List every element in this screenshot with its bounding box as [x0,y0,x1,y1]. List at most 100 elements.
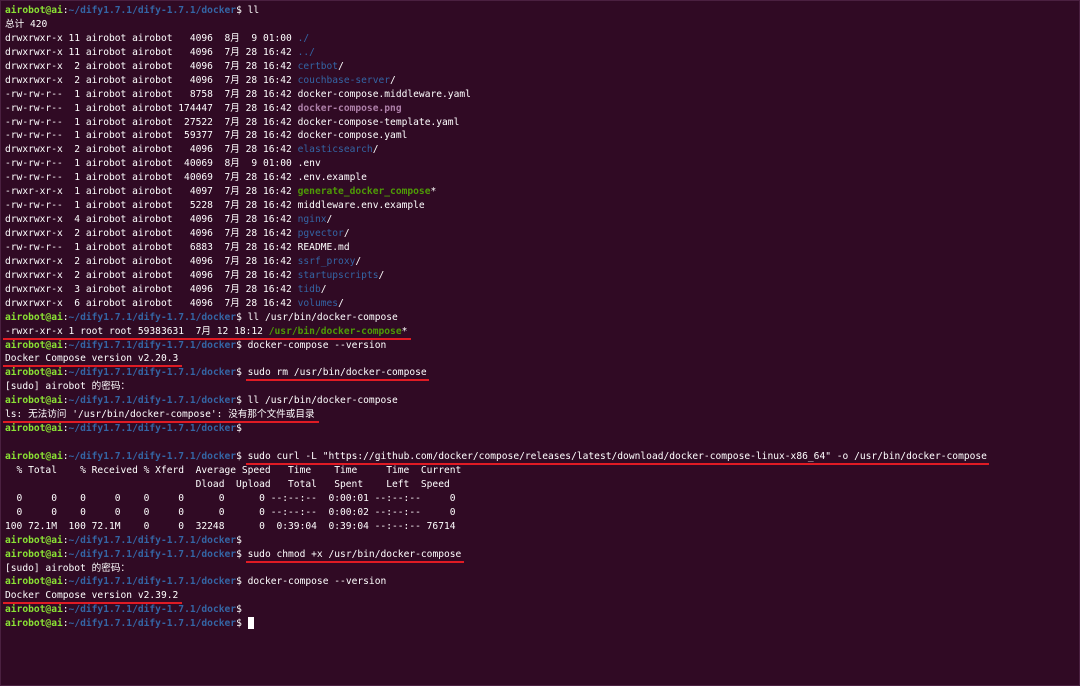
terminal-window[interactable]: airobot@ai:~/dify1.7.1/dify-1.7.1/docker… [0,0,1080,686]
output-line: [sudo] airobot 的密码： [5,380,1079,394]
file-name: startupscripts [297,269,379,281]
file-name: ../ [297,46,315,58]
output-line: -rwxr-xr-x 1 root root 59383631 7月 12 18… [3,325,1079,340]
command-text: docker-compose --version [247,576,387,588]
file-name: pgvector [297,228,344,239]
output-line: -rw-rw-r-- 1 airobot airobot 27522 7月 28… [5,116,1079,130]
output-line: drwxrwxr-x 11 airobot airobot 4096 7月 28… [5,46,1079,60]
output-text: 0 0 0 0 0 0 0 0 --:--:-- 0:00:01 --:--:-… [5,492,456,504]
file-suffix: * [401,325,408,337]
output-line: drwxrwxr-x 2 airobot airobot 4096 7月 28 … [5,60,1079,74]
file-name: middleware.env.example [297,200,425,212]
output-line: drwxrwxr-x 2 airobot airobot 4096 7月 28 … [5,227,1079,241]
file-suffix: / [355,255,362,267]
output-line: -rw-rw-r-- 1 airobot airobot 5228 7月 28 … [5,199,1079,213]
prompt-line: airobot@ai:~/dify1.7.1/dify-1.7.1/docker… [5,548,1079,563]
prompt-line: airobot@ai:~/dify1.7.1/dify-1.7.1/docker… [5,395,398,407]
output-text: % Total % Received % Xferd Average Speed… [5,464,462,476]
file-name: elasticsearch [297,144,373,156]
prompt-user: airobot@ai [5,548,63,560]
output-line: 0 0 0 0 0 0 0 0 --:--:-- 0:00:01 --:--:-… [5,492,1079,506]
file-meta: -rw-rw-r-- 1 airobot airobot 174447 7月 2… [5,102,298,114]
file-meta: -rw-rw-r-- 1 airobot airobot 59377 7月 28… [5,130,298,142]
file-meta: -rwxr-xr-x 1 root root 59383631 7月 12 18… [5,325,269,337]
file-suffix: / [372,144,379,156]
output-text: Dload Upload Total Spent Left Speed [5,478,450,490]
prompt-path: ~/dify1.7.1/dify-1.7.1/docker [68,423,237,435]
prompt-user: airobot@ai [5,311,63,323]
prompt-path: ~/dify1.7.1/dify-1.7.1/docker [68,5,237,16]
file-meta: drwxrwxr-x 2 airobot airobot 4096 7月 28 … [5,255,298,267]
prompt-line: airobot@ai:~/dify1.7.1/dify-1.7.1/docker… [5,617,1079,631]
output-line: ls: 无法访问 '/usr/bin/docker-compose': 没有那个… [3,408,1079,424]
prompt-path: ~/dify1.7.1/dify-1.7.1/docker [68,604,237,616]
terminal-output: airobot@ai:~/dify1.7.1/dify-1.7.1/docker… [3,4,1079,631]
output-line: -rw-rw-r-- 1 airobot airobot 6883 7月 28 … [5,241,1079,255]
command-text: docker-compose --version [247,339,387,351]
file-meta: drwxrwxr-x 6 airobot airobot 4096 7月 28 … [5,297,298,309]
file-meta: drwxrwxr-x 2 airobot airobot 4096 7月 28 … [5,144,298,156]
prompt-path: ~/dify1.7.1/dify-1.7.1/docker [68,339,237,351]
file-meta: drwxrwxr-x 4 airobot airobot 4096 7月 28 … [5,214,298,226]
file-name: generate_docker_compose [297,186,431,198]
command-text: sudo curl -L "https://github.com/docker/… [247,451,987,462]
output-line: -rw-rw-r-- 1 airobot airobot 59377 7月 28… [5,129,1079,143]
prompt-path: ~/dify1.7.1/dify-1.7.1/docker [68,548,237,560]
command-text: sudo rm /usr/bin/docker-compose [247,367,427,379]
prompt-path: ~/dify1.7.1/dify-1.7.1/docker [68,311,237,323]
prompt-line: airobot@ai:~/dify1.7.1/dify-1.7.1/docker… [5,534,248,546]
output-line: drwxrwxr-x 11 airobot airobot 4096 8月 9 … [5,32,1079,46]
prompt-line: airobot@ai:~/dify1.7.1/dify-1.7.1/docker… [5,339,387,351]
file-name: ./ [297,32,310,44]
prompt-user: airobot@ai [5,339,63,351]
prompt-line: airobot@ai:~/dify1.7.1/dify-1.7.1/docker… [5,604,248,616]
prompt-user: airobot@ai [5,618,63,630]
output-line: Dload Upload Total Spent Left Speed [5,478,1079,492]
file-meta: -rw-rw-r-- 1 airobot airobot 40069 8月 9 … [5,158,298,170]
output-line: -rw-rw-r-- 1 airobot airobot 8758 7月 28 … [5,88,1079,102]
file-meta: -rw-rw-r-- 1 airobot airobot 5228 7月 28 … [5,200,298,212]
output-text: 100 72.1M 100 72.1M 0 0 32248 0 0:39:04 … [5,520,456,532]
output-line: drwxrwxr-x 2 airobot airobot 4096 7月 28 … [5,143,1079,157]
output-text: ls: 无法访问 '/usr/bin/docker-compose': 没有那个… [5,409,315,421]
file-meta: -rw-rw-r-- 1 airobot airobot 6883 7月 28 … [5,241,298,253]
prompt-user: airobot@ai [5,604,63,616]
command-text: sudo chmod +x /usr/bin/docker-compose [247,548,462,560]
prompt-path: ~/dify1.7.1/dify-1.7.1/docker [68,395,237,407]
file-name: docker-compose.yaml [297,130,408,142]
file-suffix: / [343,228,350,239]
file-meta: drwxrwxr-x 11 airobot airobot 4096 7月 28… [5,46,298,58]
prompt-user: airobot@ai [5,451,63,462]
prompt-user: airobot@ai [5,576,63,588]
file-suffix: / [378,269,385,281]
output-text: [sudo] airobot 的密码： [5,562,131,574]
output-text: [sudo] airobot 的密码： [5,381,131,393]
file-name: tidb [297,283,321,295]
output-text: Docker Compose version v2.20.3 [5,353,179,365]
output-text: 0 0 0 0 0 0 0 0 --:--:-- 0:00:02 --:--:-… [5,506,456,518]
file-suffix: / [338,60,344,72]
prompt-line: airobot@ai:~/dify1.7.1/dify-1.7.1/docker… [5,311,398,323]
file-suffix: / [338,297,344,309]
output-line: -rwxr-xr-x 1 airobot airobot 4097 7月 28 … [5,185,1079,199]
prompt-path: ~/dify1.7.1/dify-1.7.1/docker [68,451,237,462]
file-suffix: * [430,186,437,198]
file-name: volumes [297,297,339,309]
file-meta: drwxrwxr-x 2 airobot airobot 4096 7月 28 … [5,269,298,281]
file-name: README.md [297,241,350,253]
prompt-line: airobot@ai:~/dify1.7.1/dify-1.7.1/docker… [5,576,387,588]
file-suffix: / [320,283,327,295]
file-name: docker-compose.png [297,102,402,114]
output-line: 0 0 0 0 0 0 0 0 --:--:-- 0:00:02 --:--:-… [5,506,1079,520]
output-line: 100 72.1M 100 72.1M 0 0 32248 0 0:39:04 … [5,520,1079,534]
output-text: Docker Compose version v2.39.2 [5,590,179,602]
file-name: ssrf_proxy [297,255,356,267]
command-text: ll [247,5,260,16]
file-meta: -rw-rw-r-- 1 airobot airobot 40069 7月 28… [5,172,298,184]
output-line: drwxrwxr-x 2 airobot airobot 4096 7月 28 … [5,74,1079,88]
file-meta: -rw-rw-r-- 1 airobot airobot 27522 7月 28… [5,116,298,128]
prompt-path: ~/dify1.7.1/dify-1.7.1/docker [68,534,237,546]
file-name: certbot [297,60,339,72]
output-line: drwxrwxr-x 2 airobot airobot 4096 7月 28 … [5,269,1079,283]
